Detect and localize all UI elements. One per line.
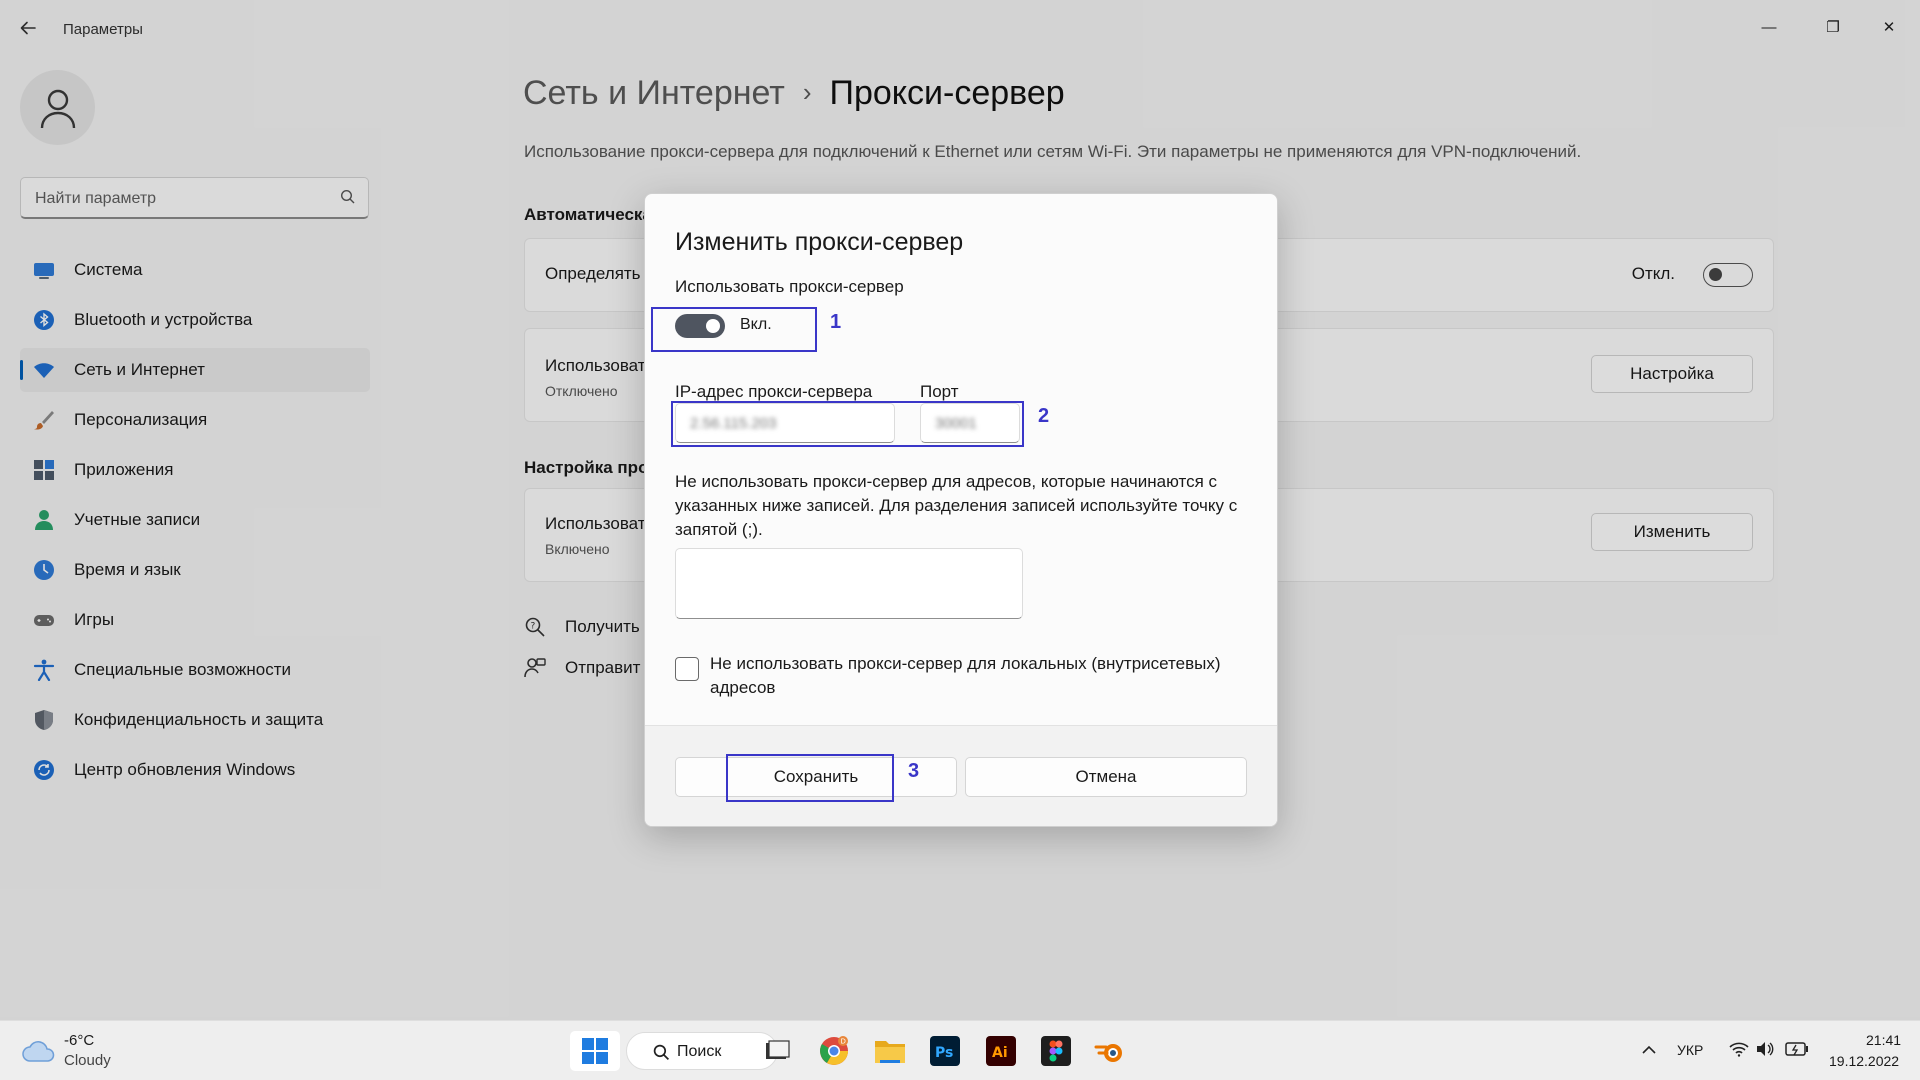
bypass-local-label: Не использовать прокси-сервер для локаль… <box>710 654 1221 697</box>
taskbar: -6°C Cloudy Поиск D Ps Ai УКР 21:41 19.1… <box>0 1020 1920 1080</box>
use-proxy-label: Использовать прокси-сервер <box>675 277 904 296</box>
search-icon <box>653 1044 670 1061</box>
exceptions-description: Не использовать прокси-сервер для адресо… <box>675 472 1238 539</box>
taskbar-app-blender[interactable] <box>1090 1031 1130 1071</box>
highlight-number-2: 2 <box>1038 405 1050 427</box>
exceptions-input[interactable] <box>675 548 1023 619</box>
chevron-up-icon[interactable] <box>1641 1043 1657 1057</box>
dialog-title: Изменить прокси-сервер <box>675 228 964 256</box>
port-label: Порт <box>920 382 959 401</box>
highlight-number-3: 3 <box>908 760 920 782</box>
weather-temperature: -6°C <box>64 1032 95 1049</box>
wifi-tray-icon[interactable] <box>1729 1041 1749 1057</box>
figma-icon <box>1041 1036 1071 1066</box>
taskbar-search-button[interactable]: Поиск <box>626 1032 778 1070</box>
highlight-box-2 <box>671 401 1024 447</box>
highlight-box-1 <box>651 307 817 352</box>
bypass-local-checkbox[interactable] <box>675 657 699 681</box>
chrome-icon: D <box>820 1036 848 1065</box>
clock-date[interactable]: 19.12.2022 <box>1829 1053 1899 1069</box>
weather-condition: Cloudy <box>64 1052 111 1069</box>
taskbar-app-photoshop[interactable]: Ps <box>925 1031 965 1071</box>
clock-time[interactable]: 21:41 <box>1866 1032 1901 1048</box>
taskbar-app-chrome[interactable]: D <box>814 1031 854 1071</box>
taskbar-app-figma[interactable] <box>1036 1031 1076 1071</box>
taskbar-app-explorer[interactable] <box>757 1031 797 1071</box>
blender-icon <box>1094 1044 1122 1062</box>
battery-icon[interactable] <box>1785 1042 1809 1056</box>
cancel-button[interactable]: Отмена <box>965 757 1247 797</box>
highlight-number-1: 1 <box>830 311 842 333</box>
start-button[interactable] <box>570 1031 620 1071</box>
cloud-icon[interactable] <box>22 1037 56 1063</box>
edit-proxy-dialog: Изменить прокси-сервер Использовать прок… <box>644 193 1278 827</box>
illustrator-icon: Ai <box>986 1036 1016 1066</box>
ip-address-label: IP-адрес прокси-сервера <box>675 382 873 401</box>
windows-logo-icon <box>582 1038 608 1064</box>
folder-icon <box>875 1041 905 1063</box>
highlight-box-3 <box>726 754 894 802</box>
language-indicator[interactable]: УКР <box>1677 1042 1703 1058</box>
file-explorer-icon <box>766 1040 790 1059</box>
volume-icon[interactable] <box>1755 1041 1775 1057</box>
chrome-profile-badge: D <box>841 1038 846 1046</box>
photoshop-icon-label: Ps <box>935 1045 953 1061</box>
taskbar-app-folder[interactable] <box>870 1031 910 1071</box>
illustrator-icon-label: Ai <box>992 1045 1008 1061</box>
taskbar-search-label: Поиск <box>677 1043 722 1060</box>
taskbar-app-illustrator[interactable]: Ai <box>981 1031 1021 1071</box>
photoshop-icon: Ps <box>930 1036 960 1066</box>
